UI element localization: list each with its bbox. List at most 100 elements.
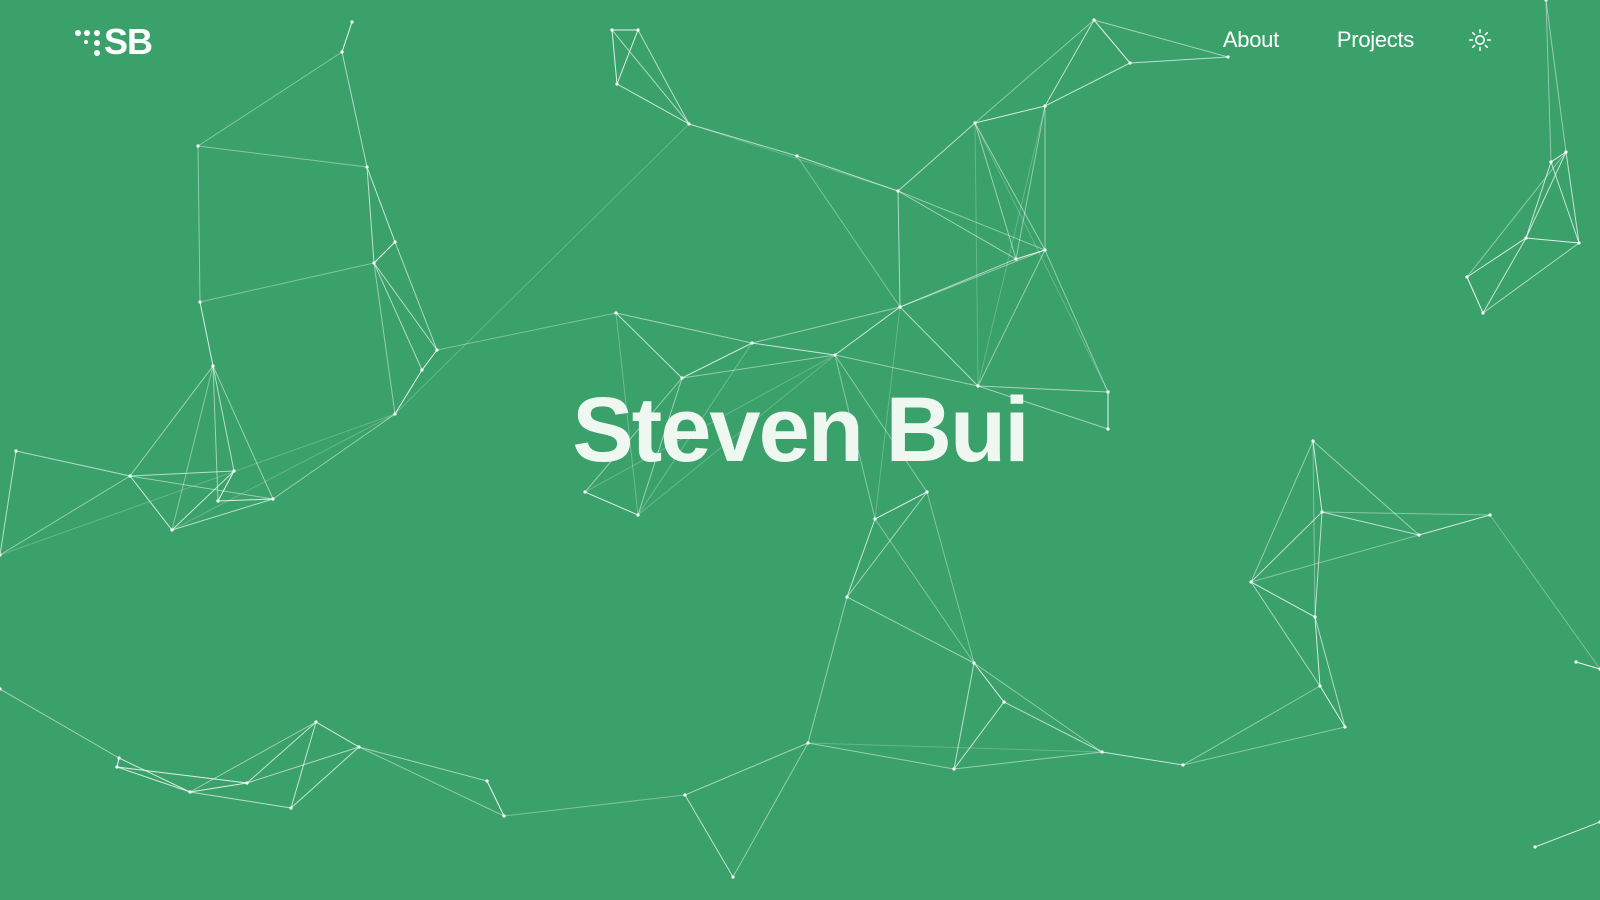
network-edge xyxy=(1044,249,1109,393)
network-edge xyxy=(358,746,488,782)
network-node xyxy=(952,767,956,771)
network-edge xyxy=(688,123,899,192)
network-edge xyxy=(1250,581,1316,618)
network-edge xyxy=(1575,661,1600,670)
logo-text: SB xyxy=(104,21,153,62)
network-node xyxy=(896,189,900,193)
network-node xyxy=(750,341,754,345)
network-edge xyxy=(358,746,505,817)
network-edge xyxy=(1321,511,1491,516)
network-edge xyxy=(1466,237,1527,278)
network-edge xyxy=(486,780,505,817)
network-node xyxy=(502,814,506,818)
site-header: SB About Projects xyxy=(0,0,1600,88)
network-edge xyxy=(394,123,690,415)
network-node xyxy=(198,300,202,304)
network-node xyxy=(211,364,215,368)
theme-toggle-button[interactable] xyxy=(1466,26,1494,54)
network-edge xyxy=(1314,511,1323,618)
network-node xyxy=(614,311,618,315)
network-edge xyxy=(1489,514,1600,670)
network-node xyxy=(485,779,489,783)
network-edge xyxy=(199,301,214,367)
network-edge xyxy=(874,518,975,664)
network-node xyxy=(1574,660,1578,664)
network-edge xyxy=(732,742,809,878)
network-edge xyxy=(197,145,368,168)
network-node xyxy=(1249,580,1253,584)
network-node xyxy=(1417,533,1421,537)
network-edge xyxy=(373,262,438,351)
network-edge xyxy=(1250,511,1323,583)
network-node xyxy=(795,154,799,158)
network-node xyxy=(1343,725,1347,729)
network-edge xyxy=(953,751,1103,770)
network-edge xyxy=(834,306,901,356)
network-edge xyxy=(116,766,191,793)
network-node xyxy=(833,353,837,357)
network-edge xyxy=(1319,685,1346,728)
network-node xyxy=(1320,510,1324,514)
network-node xyxy=(196,144,200,148)
network-edge xyxy=(129,475,173,531)
network-edge xyxy=(846,491,928,598)
network-node xyxy=(1043,248,1047,252)
network-edge xyxy=(189,791,292,809)
network-node xyxy=(271,497,275,501)
network-edge xyxy=(974,122,1046,251)
network-edge xyxy=(1565,151,1580,244)
network-edge xyxy=(1003,701,1103,753)
network-edge xyxy=(1525,237,1580,244)
network-edge xyxy=(217,498,274,502)
nav-link-about[interactable]: About xyxy=(1223,27,1279,53)
network-node xyxy=(683,793,687,797)
network-node xyxy=(973,121,977,125)
network-edge xyxy=(199,262,375,303)
network-edge xyxy=(1250,581,1321,687)
network-node xyxy=(245,781,249,785)
network-node xyxy=(393,240,397,244)
network-edge xyxy=(315,721,360,748)
network-node xyxy=(216,499,220,503)
network-edge xyxy=(615,312,683,379)
network-edge xyxy=(246,721,317,784)
network-edge xyxy=(116,766,248,784)
network-node xyxy=(357,745,361,749)
network-node xyxy=(170,528,174,532)
hero-section: SB About Projects Steven Bui xyxy=(0,0,1600,900)
network-edge xyxy=(1482,242,1580,314)
network-node xyxy=(115,765,119,769)
network-edge xyxy=(796,155,901,308)
network-edge xyxy=(1418,514,1491,536)
network-node xyxy=(435,348,439,352)
hero-title: Steven Bui xyxy=(572,379,1029,481)
network-edge xyxy=(373,241,396,264)
network-edge xyxy=(366,166,375,264)
network-edge xyxy=(503,794,686,817)
dot-grid-icon xyxy=(72,25,104,59)
nav-link-projects[interactable]: Projects xyxy=(1337,27,1414,53)
network-node xyxy=(1100,750,1104,754)
network-edge xyxy=(973,662,1103,753)
network-node xyxy=(314,720,318,724)
network-edge xyxy=(1466,276,1484,314)
network-node xyxy=(1014,257,1018,261)
network-node xyxy=(636,513,640,517)
network-edge xyxy=(394,241,438,351)
network-edge xyxy=(897,122,976,192)
network-edge xyxy=(421,349,438,371)
network-node xyxy=(1533,845,1537,849)
network-node xyxy=(117,756,121,760)
network-node xyxy=(1564,150,1568,154)
network-node xyxy=(1318,684,1322,688)
network-edge xyxy=(953,701,1005,770)
sun-icon xyxy=(1468,28,1492,52)
network-edge xyxy=(1182,685,1321,766)
network-node xyxy=(1043,104,1047,108)
network-edge xyxy=(926,491,975,664)
network-node xyxy=(1481,311,1485,315)
network-node xyxy=(188,790,192,794)
home-logo-link[interactable]: SB xyxy=(72,21,153,62)
network-edge xyxy=(584,491,639,516)
network-edge xyxy=(436,312,617,351)
